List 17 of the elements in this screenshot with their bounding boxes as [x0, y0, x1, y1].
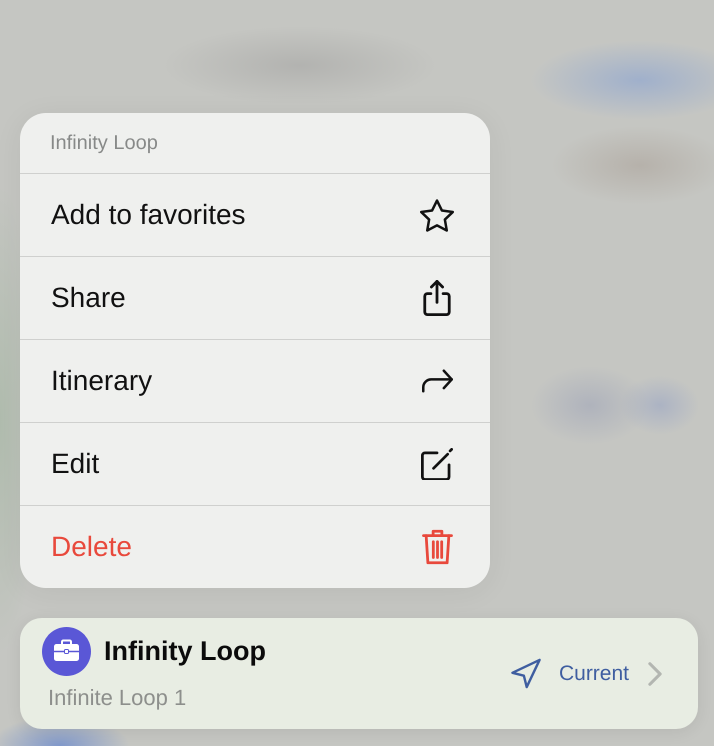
menu-title: Infinity Loop — [49, 130, 159, 156]
place-title: Infinity Loop — [104, 636, 266, 667]
edit-icon — [421, 448, 453, 480]
trash-icon — [422, 529, 452, 565]
place-address: Infinite Loop 1 — [48, 685, 188, 711]
menu-item[interactable]: Itinerary — [20, 339, 490, 422]
briefcase-icon — [42, 627, 91, 676]
star-icon — [420, 198, 454, 232]
menu-item[interactable]: Add to favorites — [20, 173, 490, 256]
share-icon — [423, 280, 451, 316]
location-arrow-icon — [510, 658, 541, 689]
place-card[interactable]: Infinity Loop Infinite Loop 1 Current — [20, 618, 698, 729]
chevron-icon — [648, 662, 662, 686]
menu-item[interactable]: Share — [20, 256, 490, 339]
location-status: Current — [558, 662, 629, 686]
menu-item[interactable]: Edit — [20, 422, 490, 505]
curved-arrow-icon — [422, 369, 452, 393]
